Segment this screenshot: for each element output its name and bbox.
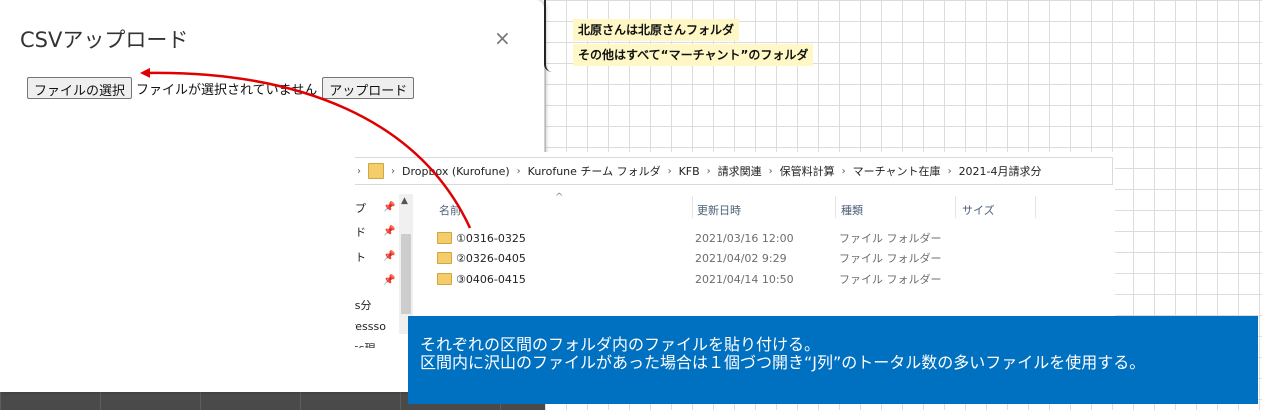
column-header-size[interactable]: サイズ (962, 202, 995, 218)
chevron-right-icon: › (391, 165, 395, 177)
breadcrumb-item[interactable]: マーチャント在庫 (853, 163, 941, 179)
nav-item[interactable]: ト (355, 249, 366, 265)
file-row[interactable]: ②0326-0405 2021/04/02 9:29 ファイル フォルダー (437, 248, 957, 268)
breadcrumb-item[interactable]: Kurofune チーム フォルダ (528, 163, 661, 179)
column-header-type[interactable]: 種類 (841, 202, 863, 218)
file-modified: 2021/04/02 9:29 (695, 251, 787, 265)
file-name: ①0316-0325 (456, 231, 526, 245)
chevron-right-icon: › (357, 165, 361, 177)
breadcrumb-item[interactable]: KFB (679, 165, 700, 178)
column-divider[interactable] (692, 196, 693, 218)
close-icon[interactable]: × (494, 26, 511, 50)
file-name: ③0406-0415 (456, 272, 526, 286)
note-kitahara: 北原さんは北原さんフォルダ (573, 19, 740, 41)
no-file-text: ファイルが選択されていません (136, 82, 318, 98)
column-header-name[interactable]: 名前 (439, 202, 461, 218)
file-modified: 2021/04/14 10:50 (695, 272, 794, 286)
file-name: ②0326-0405 (456, 251, 526, 265)
scrollbar-thumb[interactable] (401, 234, 411, 314)
nav-item[interactable]: ss現 (355, 340, 375, 348)
address-bar[interactable]: › › Dropbox (Kurofune) › Kurofune チーム フォ… (355, 157, 1113, 185)
callout-line-2: 区間内に沢山のファイルがあった場合は１個づつ開き“J列”のトータル数の多いファイ… (420, 353, 1146, 372)
chevron-right-icon: › (841, 165, 846, 177)
file-type: ファイル フォルダー (839, 252, 942, 265)
chevron-right-icon: › (667, 165, 672, 177)
nav-item[interactable]: ss分 (355, 297, 371, 313)
folder-icon (437, 252, 452, 264)
nav-item[interactable]: プ (355, 200, 366, 216)
chevron-up-icon[interactable]: ▲ (401, 196, 408, 206)
choose-file-button[interactable]: ファイルの選択 (27, 77, 133, 99)
upload-row: ファイルの選択 ファイルが選択されていません アップロード (27, 77, 415, 99)
nav-item[interactable]: ド (355, 224, 366, 240)
breadcrumb-item[interactable]: Dropbox (Kurofune) (402, 165, 510, 178)
chevron-right-icon: › (947, 165, 952, 177)
sort-up-icon: ^ (555, 192, 564, 203)
folder-icon (368, 163, 384, 179)
nav-scrollbar[interactable]: ▲ (399, 194, 413, 334)
breadcrumb-item[interactable]: 2021-4月請求分 (959, 163, 1042, 179)
column-header-modified[interactable]: 更新日時 (697, 202, 741, 218)
window-edge (544, 0, 556, 72)
modal-title: CSVアップロード (20, 28, 189, 52)
folder-icon (437, 273, 452, 285)
file-row[interactable]: ①0316-0325 2021/03/16 12:00 ファイル フォルダー (437, 228, 957, 248)
pin-icon[interactable]: 📌 (383, 202, 395, 213)
file-row[interactable]: ③0406-0415 2021/04/14 10:50 ファイル フォルダー (437, 269, 957, 289)
column-divider[interactable] (1035, 196, 1036, 218)
nav-item[interactable]: ressso (355, 320, 386, 336)
folder-icon (437, 232, 452, 244)
callout-line-1: それぞれの区間のフォルダ内のファイルを貼り付ける。 (420, 335, 821, 354)
file-modified: 2021/03/16 12:00 (695, 231, 794, 245)
file-type: ファイル フォルダー (839, 273, 942, 286)
pin-icon[interactable]: 📌 (383, 226, 395, 237)
column-divider[interactable] (955, 196, 956, 218)
upload-button[interactable]: アップロード (322, 77, 415, 99)
chevron-right-icon: › (516, 165, 521, 177)
file-type: ファイル フォルダー (839, 232, 942, 245)
chevron-right-icon: › (768, 165, 773, 177)
breadcrumb-item[interactable]: 保管料計算 (780, 163, 835, 179)
instruction-callout: それぞれの区間のフォルダ内のファイルを貼り付ける。 区間内に沢山のファイルがあっ… (408, 316, 1258, 404)
column-divider[interactable] (835, 196, 836, 218)
chevron-right-icon: › (706, 165, 711, 177)
pin-icon[interactable]: 📌 (383, 275, 395, 286)
breadcrumb-item[interactable]: 請求関連 (718, 163, 762, 179)
pin-icon[interactable]: 📌 (383, 251, 395, 262)
note-merchant: その他はすべて“マーチャント”のフォルダ (573, 44, 814, 66)
